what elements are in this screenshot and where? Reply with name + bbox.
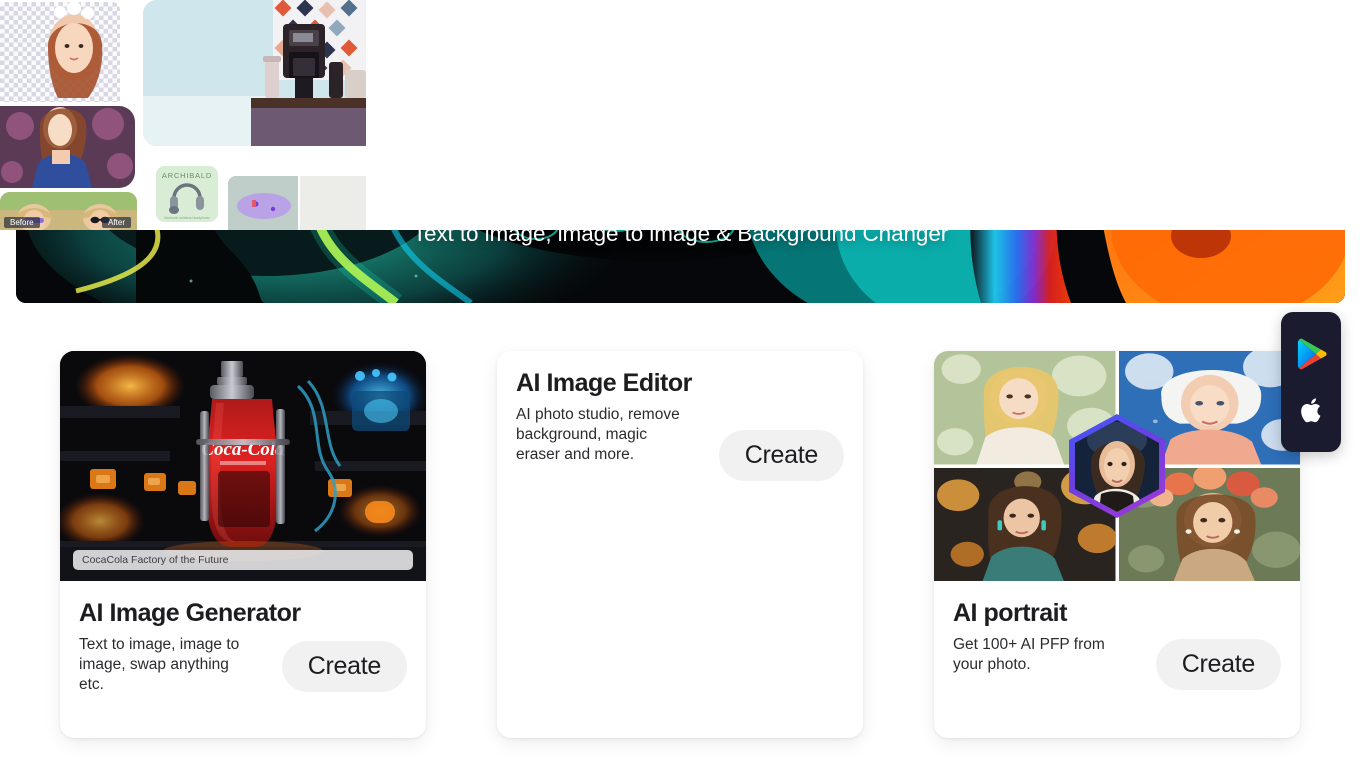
card-body: AI Image Generator Text to image, image …: [60, 581, 426, 695]
cocacola-factory-art: Coca-Cola: [60, 351, 426, 581]
cocacola-factory-preview: Coca-Cola CocaCola Factory of the Future: [60, 351, 426, 581]
card-title: AI Image Generator: [79, 599, 301, 627]
prompt-caption: CocaCola Factory of the Future: [73, 550, 413, 570]
card-title: AI Image Editor: [516, 369, 692, 397]
card-ai-image-editor[interactable]: Before After ARCHIBALD bluetooth wireles…: [0, 0, 1360, 738]
card-description: AI photo studio, remove background, magi…: [516, 406, 680, 464]
apple-icon[interactable]: [1294, 393, 1328, 427]
feature-cards: Coca-Cola CocaCola Factory of the Future…: [0, 0, 1360, 738]
google-play-icon[interactable]: [1294, 337, 1328, 371]
create-button-image-generator[interactable]: Create: [281, 641, 407, 692]
card-description: Get 100+ AI PFP from your photo.: [953, 636, 1105, 674]
avatar-image: [1075, 420, 1159, 512]
card-body: AI Image Editor AI photo studio, remove …: [497, 351, 863, 481]
card-title: AI portrait: [953, 599, 1067, 627]
avatar-portrait-art: [1075, 420, 1159, 512]
app-download-floater[interactable]: [1281, 312, 1341, 452]
card-ai-image-generator[interactable]: Coca-Cola CocaCola Factory of the Future…: [60, 351, 426, 738]
card-description: Text to image, image to image, swap anyt…: [79, 636, 240, 694]
create-button-ai-portrait[interactable]: Create: [1155, 639, 1281, 690]
card-body: AI portrait Get 100+ AI PFP from your ph…: [934, 581, 1300, 690]
card-ai-portrait[interactable]: AI portrait Get 100+ AI PFP from your ph…: [934, 351, 1300, 738]
ai-portrait-grid-preview: [934, 351, 1300, 581]
create-button-image-editor[interactable]: Create: [718, 430, 844, 481]
